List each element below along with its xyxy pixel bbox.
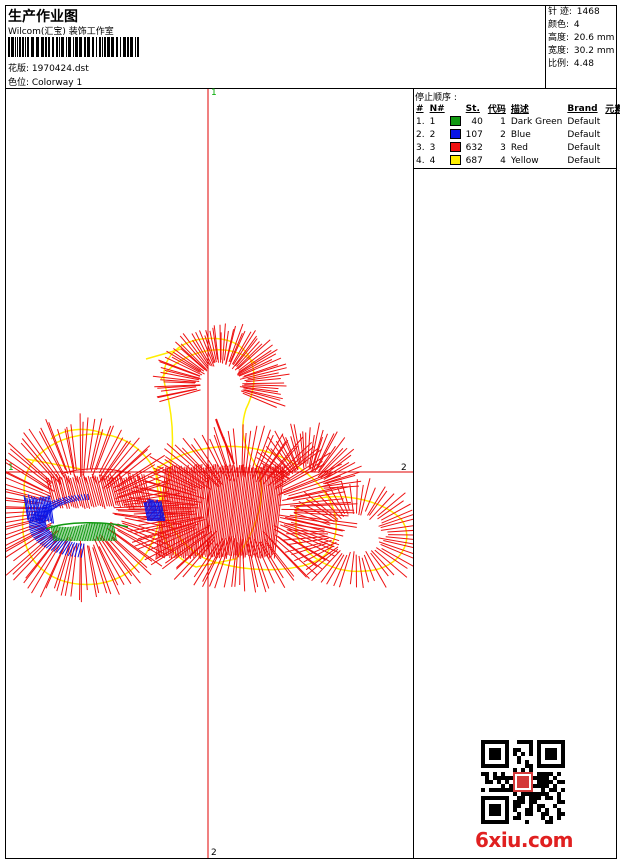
stats-divider [545, 5, 546, 89]
page-title: 生产作业图 [8, 9, 78, 25]
color-swatch [449, 142, 461, 153]
cell-swatch [448, 115, 464, 128]
cell-brand: Default [567, 155, 601, 166]
cell-index: 3. [416, 142, 425, 153]
axis-label-bottom: 2 [211, 848, 217, 858]
cell-swatch [448, 154, 464, 167]
embroidery-design [6, 323, 413, 603]
cell-brand: Default [567, 116, 601, 127]
qr-code-icon [481, 740, 565, 824]
cell-index: 1. [416, 116, 425, 127]
cell-st: 107 [465, 129, 483, 140]
stat-colors: 颜色: 4 [548, 20, 580, 30]
cell-desc: Yellow [510, 155, 539, 166]
cell-swatch [448, 141, 464, 154]
stat-stitches: 针 迹: 1468 [548, 7, 600, 17]
cell-desc: Dark Green [510, 116, 563, 127]
watermark: 6xiu.com [475, 828, 573, 852]
colorway: 色位: Colorway 1 [8, 78, 83, 88]
cell-n: 3 [429, 142, 436, 153]
cell-n: 1 [429, 116, 436, 127]
cell-code: 2 [500, 129, 506, 140]
axis-label-left: 1 [8, 463, 14, 473]
cell-element [603, 154, 620, 167]
stat-scale: 比例: 4.48 [548, 59, 594, 69]
color-sequence-table: # N# St. 代码 描述 Brand 元素 1. 1 40 1 Dark Green… [414, 102, 620, 167]
cell-element [603, 128, 620, 141]
cell-brand: Default [567, 142, 601, 153]
col-desc: 描述 [510, 105, 529, 115]
cell-st: 40 [471, 116, 483, 127]
cell-brand: Default [567, 129, 601, 140]
cell-st: 632 [465, 142, 483, 153]
table-row: 4. 4 687 4 Yellow Default [414, 154, 620, 167]
col-st: St. [465, 103, 480, 114]
stats-panel: 针 迹: 1468 颜色: 4 高度: 20.6 mm 宽度: 30.2 mm … [548, 6, 616, 71]
axis-label-top: 1 [211, 88, 217, 98]
cell-code: 4 [500, 155, 506, 166]
barcode-icon [8, 37, 139, 57]
col-index: # [416, 103, 424, 114]
cell-element [603, 141, 620, 154]
stat-width: 宽度: 30.2 mm [548, 46, 615, 56]
stat-height: 高度: 20.6 mm [548, 33, 615, 43]
axis-label-right: 2 [401, 463, 407, 473]
col-code: 代码 [487, 105, 506, 115]
cell-desc: Blue [510, 129, 531, 140]
table-row: 2. 2 107 2 Blue Default [414, 128, 620, 141]
table-header-row: # N# St. 代码 描述 Brand 元素 [414, 102, 620, 116]
cell-element [603, 115, 620, 128]
color-swatch [449, 155, 461, 166]
design-canvas [6, 89, 413, 858]
color-swatch [449, 129, 461, 140]
cell-index: 2. [416, 129, 425, 140]
cell-index: 4. [416, 155, 425, 166]
color-swatch [449, 116, 461, 127]
cell-n: 4 [429, 155, 436, 166]
cell-st: 687 [465, 155, 483, 166]
table-divider [413, 168, 617, 169]
panel-divider [413, 88, 414, 859]
design-file: 花版: 1970424.dst [8, 64, 89, 74]
table-row: 1. 1 40 1 Dark Green Default [414, 115, 620, 128]
studio-name: Wilcom(汇宝) 装饰工作室 [8, 27, 114, 37]
cell-code: 3 [500, 142, 506, 153]
cell-code: 1 [500, 116, 506, 127]
cell-desc: Red [510, 142, 528, 153]
col-element: 元素 [605, 105, 620, 115]
col-brand: Brand [567, 103, 598, 114]
cell-swatch [448, 128, 464, 141]
table-row: 3. 3 632 3 Red Default [414, 141, 620, 154]
col-color [448, 102, 464, 115]
col-n: N# [429, 103, 445, 114]
cell-n: 2 [429, 129, 436, 140]
